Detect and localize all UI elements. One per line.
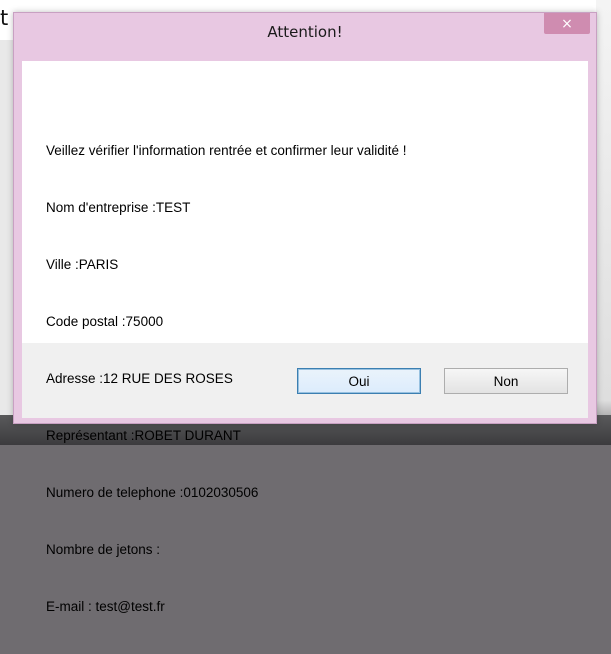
message-line: Veillez vérifier l'information rentrée e…: [46, 143, 407, 158]
dialog-body: Veillez vérifier l'information rentrée e…: [22, 61, 588, 614]
close-icon: ×: [561, 15, 573, 32]
message-line: Nom d'entreprise :TEST: [46, 200, 191, 215]
dialog-titlebar[interactable]: Attention! ×: [14, 13, 596, 61]
message-area: Veillez vérifier l'information rentrée e…: [22, 61, 588, 614]
message-line: Numero de telephone :0102030506: [46, 485, 259, 500]
attention-dialog: Attention! × Veillez vérifier l'informat…: [13, 12, 597, 614]
background-scroll-edge: [596, 0, 611, 445]
non-button[interactable]: Non: [444, 368, 568, 394]
message-line: Code postal :75000: [46, 314, 164, 329]
message-line: E-mail : test@test.fr: [46, 599, 165, 614]
close-button[interactable]: ×: [544, 13, 590, 34]
message-line: Ville :PARIS: [46, 257, 119, 272]
oui-button[interactable]: Oui: [297, 368, 421, 394]
dialog-title: Attention!: [267, 23, 343, 41]
message-line: Nombre de jetons :: [46, 542, 161, 557]
message-line: Représentant :ROBET DURANT: [46, 428, 241, 443]
background-window-title-fragment: t: [0, 6, 9, 30]
